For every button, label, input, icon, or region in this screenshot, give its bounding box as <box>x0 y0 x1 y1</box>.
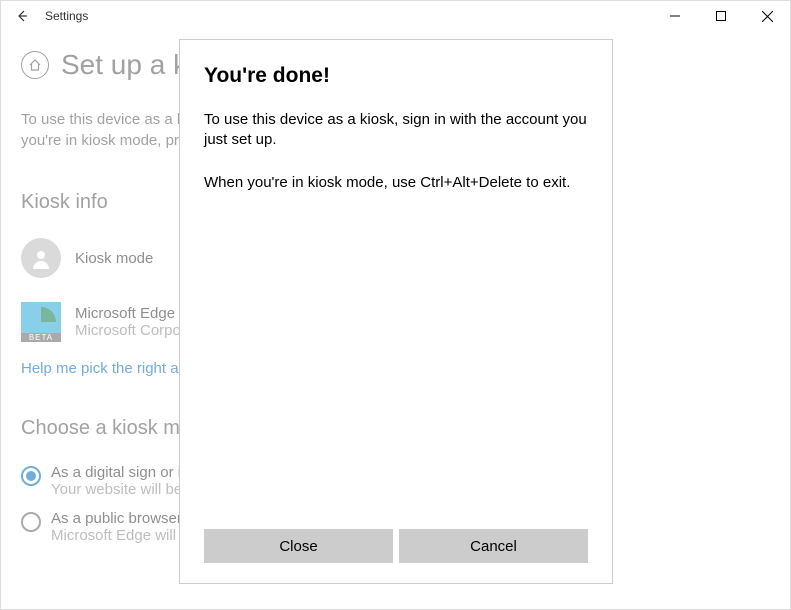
back-arrow-icon <box>14 8 30 24</box>
title-bar: Settings <box>1 1 790 31</box>
dialog-text-2: When you're in kiosk mode, use Ctrl+Alt+… <box>204 173 588 193</box>
beta-badge: BETA <box>21 333 61 342</box>
close-icon <box>762 11 773 22</box>
back-button[interactable] <box>1 1 43 31</box>
dialog-title: You're done! <box>204 64 588 88</box>
close-button[interactable]: Close <box>204 529 393 563</box>
radio-unselected-icon <box>21 512 41 532</box>
user-icon <box>21 238 61 278</box>
minimize-button[interactable] <box>652 1 698 31</box>
edge-icon: BETA <box>21 302 61 342</box>
dialog-button-row: Close Cancel <box>204 529 588 563</box>
window-controls <box>652 1 790 31</box>
maximize-button[interactable] <box>698 1 744 31</box>
dialog-text-1: To use this device as a kiosk, sign in w… <box>204 110 588 151</box>
close-window-button[interactable] <box>744 1 790 31</box>
window-title: Settings <box>45 9 88 23</box>
maximize-icon <box>716 11 726 21</box>
done-dialog: You're done! To use this device as a kio… <box>179 39 613 584</box>
minimize-icon <box>670 11 680 21</box>
radio-selected-icon <box>21 466 41 486</box>
home-icon <box>21 51 49 79</box>
cancel-button[interactable]: Cancel <box>399 529 588 563</box>
kiosk-mode-label: Kiosk mode <box>75 250 153 267</box>
